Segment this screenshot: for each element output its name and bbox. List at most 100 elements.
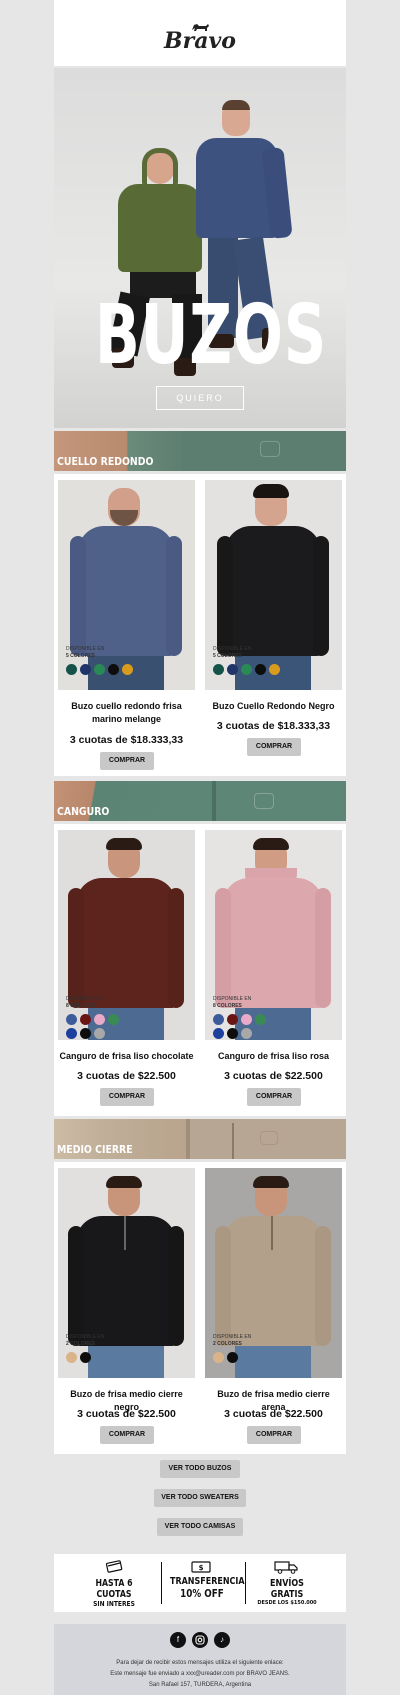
product-price: 3 cuotas de $18.333,33 bbox=[69, 734, 184, 746]
buy-button[interactable]: COMPRAR bbox=[247, 1426, 301, 1444]
buy-button[interactable]: COMPRAR bbox=[100, 1426, 154, 1444]
availability-label: DISPONIBLE EN bbox=[213, 996, 252, 1002]
product-grid-crew: DISPONIBLE EN 5 COLORES Buzo cuello redon… bbox=[54, 474, 346, 776]
color-swatch[interactable] bbox=[213, 1014, 224, 1025]
product-name[interactable]: Buzo cuello redondo frisa marino melange bbox=[58, 700, 195, 726]
color-swatch[interactable] bbox=[108, 664, 119, 675]
color-swatches bbox=[66, 1014, 128, 1039]
availability-label: DISPONIBLE EN bbox=[213, 1334, 252, 1340]
availability-label: DISPONIBLE EN bbox=[66, 996, 105, 1002]
product-price: 3 cuotas de $22.500 bbox=[77, 1408, 176, 1420]
section-label: CUELLO REDONDO bbox=[57, 455, 154, 468]
color-swatch[interactable] bbox=[241, 664, 252, 675]
color-swatch[interactable] bbox=[66, 1014, 77, 1025]
color-swatch[interactable] bbox=[227, 1028, 238, 1039]
color-swatch[interactable] bbox=[213, 664, 224, 675]
product-name[interactable]: Canguro de frisa liso chocolate bbox=[58, 1050, 195, 1063]
truck-icon bbox=[274, 1561, 298, 1574]
availability-label: DISPONIBLE EN bbox=[66, 646, 105, 652]
product-price: 3 cuotas de $22.500 bbox=[224, 1070, 323, 1082]
color-swatches bbox=[213, 1014, 275, 1039]
color-swatch[interactable] bbox=[66, 1352, 77, 1363]
embroidered-logo-icon bbox=[260, 1131, 278, 1145]
color-swatch[interactable] bbox=[255, 664, 266, 675]
banknote-icon: $ bbox=[191, 1561, 211, 1573]
color-swatch[interactable] bbox=[227, 1352, 238, 1363]
section-label: CANGURO bbox=[57, 805, 110, 818]
color-swatch[interactable] bbox=[227, 664, 238, 675]
color-swatch[interactable] bbox=[80, 664, 91, 675]
color-swatch[interactable] bbox=[108, 1014, 119, 1025]
benefits-bar: HASTA 6 CUOTAS SIN INTERES $ TRANSFERENC… bbox=[54, 1554, 346, 1612]
header: Bravo bbox=[54, 0, 346, 66]
footer: f ♪ Para dejar de recibir estos mensajes… bbox=[54, 1624, 346, 1695]
embroidered-logo-icon bbox=[254, 793, 274, 809]
color-swatch[interactable] bbox=[122, 664, 133, 675]
color-swatches bbox=[213, 664, 293, 675]
section-banner-hoodie[interactable]: CANGURO bbox=[54, 781, 346, 821]
availability-count: 2 COLORES bbox=[213, 1341, 242, 1347]
color-swatch[interactable] bbox=[255, 1014, 266, 1025]
address-text: San Rafael 157, TURDERA, Argentina bbox=[148, 1682, 252, 1688]
product-name[interactable]: Buzo Cuello Redondo Negro bbox=[205, 700, 342, 713]
color-swatch[interactable] bbox=[80, 1352, 91, 1363]
product-name[interactable]: Canguro de frisa liso rosa bbox=[205, 1050, 342, 1063]
product-grid-hoodie: DISPONIBLE EN 8 COLORES Canguro de frisa … bbox=[54, 824, 346, 1116]
divider bbox=[245, 1562, 246, 1604]
benefit-subtitle: DESDE LOS $150.000 bbox=[257, 1600, 317, 1606]
color-swatch[interactable] bbox=[66, 1028, 77, 1039]
color-swatches bbox=[66, 664, 146, 675]
product-grid-half-zip: DISPONIBLE EN 2 COLORES Buzo de frisa med… bbox=[54, 1162, 346, 1454]
color-swatch[interactable] bbox=[94, 664, 105, 675]
availability-count: 8 COLORES bbox=[213, 1003, 242, 1009]
buy-button[interactable]: COMPRAR bbox=[247, 738, 301, 756]
color-swatch[interactable] bbox=[227, 1014, 238, 1025]
color-swatch[interactable] bbox=[80, 1014, 91, 1025]
credit-card-icon bbox=[105, 1560, 123, 1573]
section-label: MEDIO CIERRE bbox=[57, 1143, 133, 1156]
color-swatch[interactable] bbox=[213, 1352, 224, 1363]
availability-label: DISPONIBLE EN bbox=[66, 1334, 105, 1340]
hero-cta-button[interactable]: QUIERO bbox=[156, 386, 244, 410]
sent-to-text: Este mensaje fue enviado a xxx@ureader.c… bbox=[110, 1671, 290, 1677]
color-swatch[interactable] bbox=[213, 1028, 224, 1039]
hero-title: BUZOS bbox=[94, 288, 327, 383]
benefit-title: TRANSFERENCIA bbox=[170, 1576, 245, 1587]
unsubscribe-text[interactable]: Para dejar de recibir estos mensajes uti… bbox=[54, 1660, 346, 1666]
color-swatch[interactable] bbox=[241, 1014, 252, 1025]
product-price: 3 cuotas de $22.500 bbox=[77, 1070, 176, 1082]
section-banner-crew[interactable]: CUELLO REDONDO bbox=[54, 431, 346, 471]
section-banner-half-zip[interactable]: MEDIO CIERRE bbox=[54, 1119, 346, 1159]
embroidered-logo-icon bbox=[260, 441, 280, 457]
color-swatch[interactable] bbox=[94, 1028, 105, 1039]
availability-count: 2 COLORES bbox=[66, 1341, 95, 1347]
view-all-sweaters-button[interactable]: VER TODO SWEATERS bbox=[154, 1489, 246, 1507]
tiktok-icon[interactable]: ♪ bbox=[214, 1632, 230, 1648]
benefit-subtitle: SIN INTERES bbox=[93, 1600, 135, 1608]
benefit-subtitle: 10% OFF bbox=[180, 1587, 224, 1600]
color-swatch[interactable] bbox=[80, 1028, 91, 1039]
availability-count: 5 COLORES bbox=[66, 653, 95, 659]
facebook-icon[interactable]: f bbox=[170, 1632, 186, 1648]
product-price: 3 cuotas de $22.500 bbox=[224, 1408, 323, 1420]
hero-banner[interactable]: BUZOS QUIERO bbox=[54, 68, 346, 428]
availability-count: 8 COLORES bbox=[66, 1003, 95, 1009]
benefit-title: HASTA 6 CUOTAS bbox=[95, 1578, 133, 1600]
availability-count: 5 COLORES bbox=[213, 653, 242, 659]
buy-button[interactable]: COMPRAR bbox=[100, 1088, 154, 1106]
color-swatch[interactable] bbox=[94, 1014, 105, 1025]
view-all-camisas-button[interactable]: VER TODO CAMISAS bbox=[157, 1518, 243, 1536]
buy-button[interactable]: COMPRAR bbox=[247, 1088, 301, 1106]
brand-logo[interactable]: Bravo bbox=[54, 28, 346, 54]
view-all-buzos-button[interactable]: VER TODO BUZOS bbox=[160, 1460, 240, 1478]
color-swatch[interactable] bbox=[241, 1028, 252, 1039]
instagram-icon[interactable] bbox=[192, 1632, 208, 1648]
buy-button[interactable]: COMPRAR bbox=[100, 752, 154, 770]
availability-label: DISPONIBLE EN bbox=[213, 646, 252, 652]
product-price: 3 cuotas de $18.333,33 bbox=[216, 720, 331, 732]
color-swatch[interactable] bbox=[66, 664, 77, 675]
color-swatch[interactable] bbox=[269, 664, 280, 675]
svg-text:$: $ bbox=[199, 1564, 204, 1572]
benefit-title: ENVÍOS GRATIS bbox=[270, 1578, 304, 1600]
color-swatches bbox=[66, 1352, 146, 1363]
